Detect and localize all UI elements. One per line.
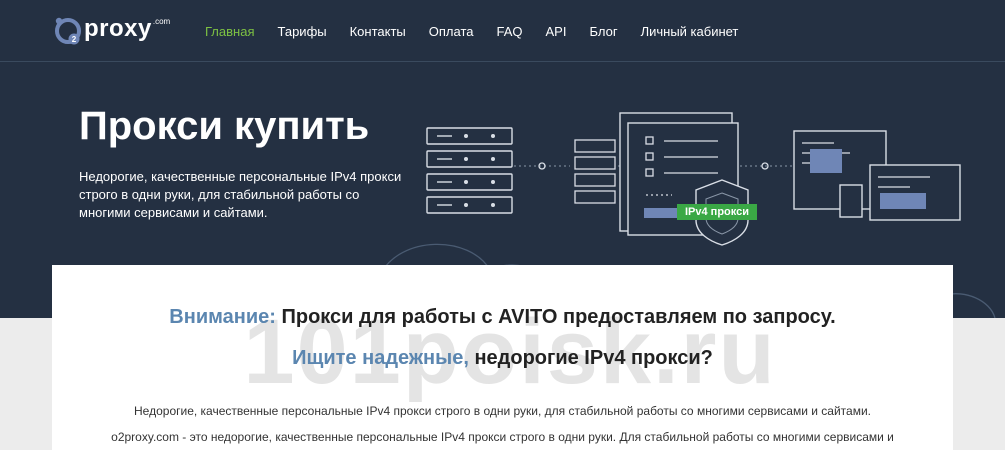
nav-item-tariffs[interactable]: Тарифы <box>277 24 326 39</box>
monitor-right <box>793 130 961 221</box>
nav-item-contacts[interactable]: Контакты <box>350 24 406 39</box>
heading-text: недорогие IPv4 прокси? <box>468 347 713 369</box>
hero-description: Недорогие, качественные персональные IPv… <box>79 169 402 220</box>
nav-item-account[interactable]: Личный кабинет <box>641 24 739 39</box>
nav-item-faq[interactable]: FAQ <box>497 24 523 39</box>
nav-item-api[interactable]: API <box>546 24 567 39</box>
logo-domain: .com <box>152 16 171 26</box>
nav-item-payment[interactable]: Оплата <box>429 24 474 39</box>
hero-title: Прокси купить <box>79 104 370 148</box>
logo-icon: 2 <box>55 17 81 45</box>
notice-highlight: Внимание: <box>169 306 276 328</box>
svg-text:2: 2 <box>72 35 77 44</box>
about-paragraph: o2proxy.com - это недорогие, качественны… <box>111 430 894 444</box>
avito-notice: Внимание: Прокси для работы с AVITO пред… <box>52 306 953 329</box>
nav-item-blog[interactable]: Блог <box>589 24 617 39</box>
notice-text: Прокси для работы с AVITO предоставляем … <box>275 306 836 328</box>
intro-paragraph: Недорогие, качественные персональные IPv… <box>134 404 871 418</box>
heading-highlight: Ищите надежные, <box>292 347 469 369</box>
site-logo[interactable]: 2 proxy .com <box>52 12 182 46</box>
logo-text: proxy <box>84 15 152 42</box>
main-nav: Главная Тарифы Контакты Оплата FAQ API Б… <box>205 0 761 62</box>
top-navigation-bar: 2 proxy .com Главная Тарифы Контакты Опл… <box>0 0 1005 62</box>
ipv4-badge: IPv4 прокси <box>677 204 757 220</box>
section-heading: Ищите надежные, недорогие IPv4 прокси? <box>52 347 953 370</box>
server-stack-left <box>426 127 513 214</box>
nav-item-home[interactable]: Главная <box>205 24 254 39</box>
